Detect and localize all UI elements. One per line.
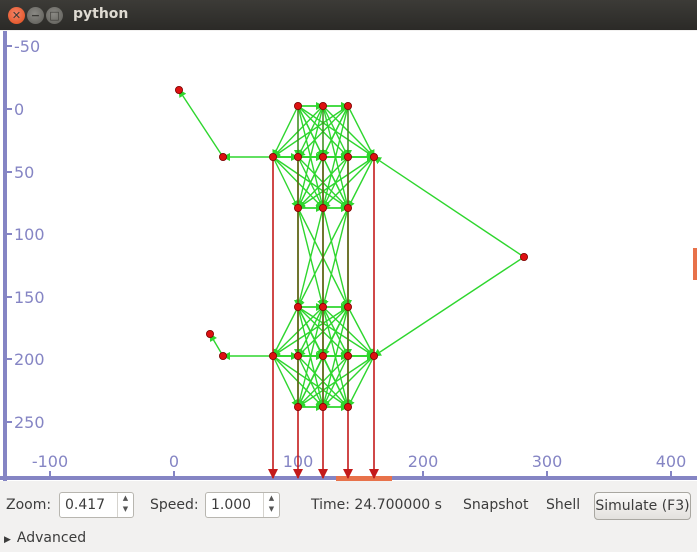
simulate-button[interactable]: Simulate (F3) [594,492,691,520]
truss-node [174,86,183,95]
truss-node [205,329,214,338]
speed-stepper[interactable]: ▲ ▼ [263,493,279,517]
control-bar: Zoom: 0.417 ▲ ▼ Speed: 1.000 ▲ ▼ Time: 24.… [0,481,697,552]
zoom-label: Zoom: [6,497,52,513]
member-line [178,89,224,158]
member-line [373,156,525,258]
zoom-value[interactable]: 0.417 [65,497,105,513]
time-readout: Time: 24.700000 s [311,497,442,513]
truss-node [318,203,327,212]
maximize-window-button[interactable]: □ [46,7,63,24]
speed-value[interactable]: 1.000 [211,497,251,513]
zoom-spinbox[interactable]: 0.417 ▲ ▼ [59,492,134,518]
truss-node [268,351,277,360]
member-line [373,256,525,357]
y-tick-label: 0 [14,100,24,119]
y-tick-label: 200 [14,350,45,369]
speed-label: Speed: [150,497,199,513]
shell-button[interactable]: Shell [546,497,580,513]
speed-spinbox[interactable]: 1.000 ▲ ▼ [205,492,280,518]
y-tick-label: -50 [14,37,40,56]
truss-node [520,252,529,261]
truss-node [293,302,302,311]
snapshot-button[interactable]: Snapshot [463,497,528,513]
truss-node [343,203,352,212]
truss-node [318,152,327,161]
truss-node [343,152,352,161]
y-tick-label: 250 [14,413,45,432]
x-tick-label: 0 [169,452,179,471]
simulation-canvas[interactable]: -50 0 50 100 150 200 250 -100 0 100 200 300 400 [0,31,697,481]
truss-node [293,402,302,411]
close-window-button[interactable]: ✕ [8,7,25,24]
member-line [272,105,299,158]
truss-node [293,351,302,360]
x-tick-label: 200 [408,452,439,471]
member-line [272,156,299,209]
x-tick-label: -100 [32,452,68,471]
x-tick-label: 300 [532,452,563,471]
truss-node [343,302,352,311]
truss-node [343,351,352,360]
advanced-label: Advanced [16,530,87,546]
y-tick-label: 150 [14,288,45,307]
truss-node [343,402,352,411]
truss-node [318,302,327,311]
window-titlebar: ✕ − □ python [0,0,697,30]
member-line [347,355,375,408]
zoom-stepper[interactable]: ▲ ▼ [117,493,133,517]
y-tick-label: 100 [14,225,45,244]
truss-node [293,102,302,111]
advanced-expander[interactable]: ▶ Advanced [4,530,86,546]
member-line [347,156,375,209]
truss-node [369,351,378,360]
member-line [347,306,375,357]
member-line [272,355,299,408]
truss-node [318,402,327,411]
truss-node [218,351,227,360]
truss-node [268,152,277,161]
window-title: python [73,6,129,22]
truss-node [318,351,327,360]
y-tick-label: 50 [14,163,34,182]
truss-node [318,102,327,111]
red-members [268,106,379,479]
truss-node [343,102,352,111]
truss-node [369,152,378,161]
x-tick-label: 400 [656,452,687,471]
y-scrollbar-handle[interactable] [693,248,697,280]
truss-node [293,152,302,161]
truss-node [293,203,302,212]
expander-triangle-icon: ▶ [4,535,11,545]
minimize-window-button[interactable]: − [27,7,44,24]
truss-plot: -50050100150200250-100 0 100 200 300 400 [0,31,697,481]
member-line [347,105,375,158]
truss-node [218,152,227,161]
green-members [178,89,525,411]
